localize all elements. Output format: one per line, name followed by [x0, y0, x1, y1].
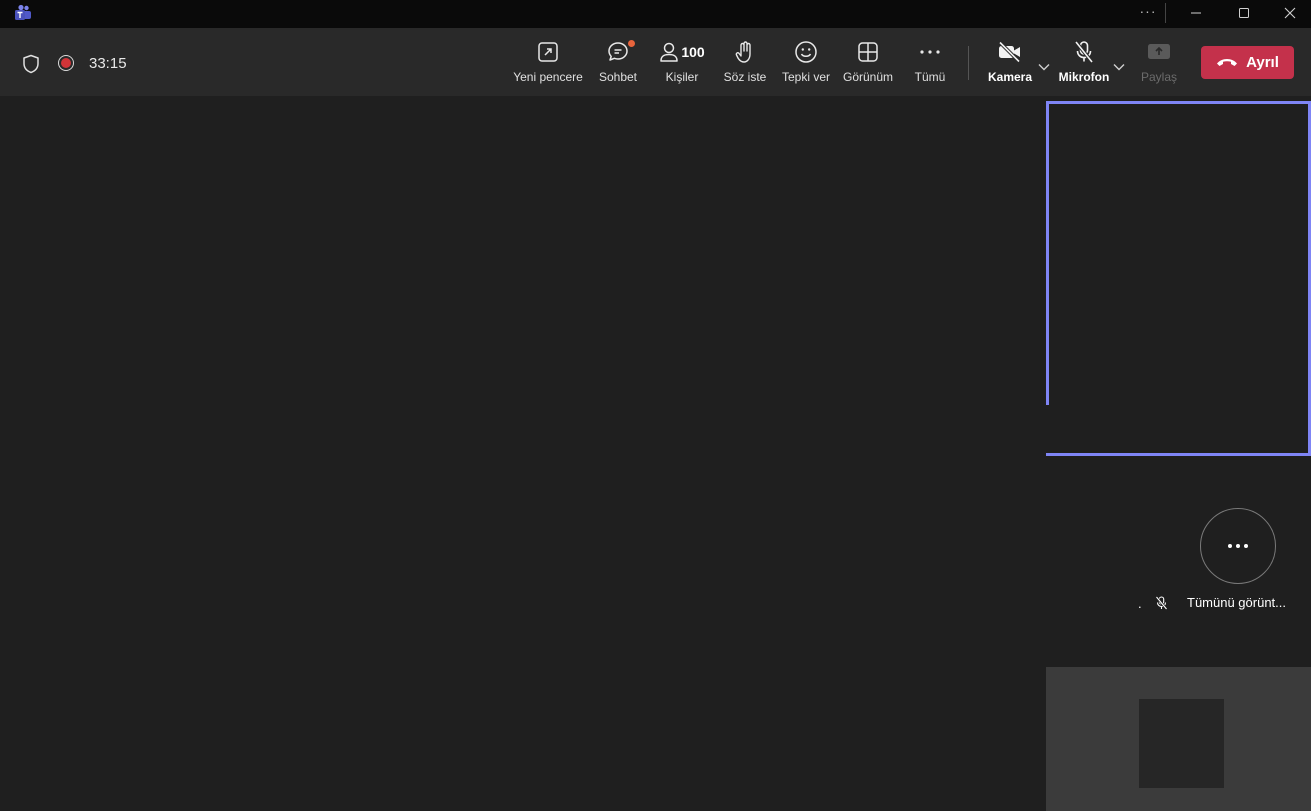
more-actions-button[interactable]: Tümü	[910, 38, 950, 90]
meeting-timer: 33:15	[89, 55, 127, 72]
camera-label: Kamera	[987, 70, 1033, 84]
view-button[interactable]: Görünüm	[840, 38, 896, 90]
raise-hand-button[interactable]: Söz iste	[722, 38, 768, 90]
share-screen-icon	[1147, 38, 1171, 66]
share-label: Paylaş	[1140, 70, 1178, 84]
teams-icon	[13, 4, 33, 24]
participant-video-tile[interactable]	[1046, 101, 1311, 456]
smiley-icon	[794, 38, 818, 66]
pop-out-icon	[537, 38, 559, 66]
chat-icon	[606, 38, 635, 66]
see-all-participants-button[interactable]	[1200, 508, 1276, 584]
chat-button[interactable]: Sohbet	[596, 38, 640, 90]
people-label: Kişiler	[665, 70, 699, 84]
people-button[interactable]: 100 Kişiler	[656, 38, 708, 90]
title-separator	[1165, 3, 1166, 23]
chat-unread-badge	[628, 40, 635, 47]
new-window-button[interactable]: Yeni pencere	[512, 38, 584, 90]
mic-button[interactable]: Mikrofon	[1056, 38, 1112, 90]
leave-label: Ayrıl	[1246, 54, 1279, 71]
people-icon-group: 100	[659, 38, 705, 66]
maximize-button[interactable]	[1221, 0, 1267, 26]
more-icon	[919, 38, 941, 66]
more-participants-icon	[1228, 544, 1248, 548]
main-stage	[0, 96, 1046, 811]
window-titlebar: ···	[0, 0, 1311, 28]
active-speaker-border	[1046, 101, 1049, 405]
mic-off-icon	[1073, 38, 1095, 66]
title-more-icon[interactable]: ···	[1138, 1, 1158, 25]
minimize-button[interactable]	[1173, 0, 1219, 26]
self-view-avatar	[1139, 699, 1224, 788]
leave-button[interactable]: Ayrıl	[1201, 46, 1294, 79]
record-dot-icon	[61, 58, 71, 68]
participant-count: 100	[681, 44, 705, 60]
view-label: Görünüm	[842, 70, 894, 84]
more-label: Tümü	[914, 70, 946, 84]
self-view-tile[interactable]	[1046, 667, 1311, 811]
meeting-toolbar: 33:15 Yeni pencere Sohbet 100 Kişiler Sö…	[0, 28, 1311, 96]
mic-label: Mikrofon	[1058, 70, 1110, 84]
camera-options-chevron-icon[interactable]	[1038, 58, 1050, 76]
new-window-label: Yeni pencere	[513, 70, 583, 84]
share-button[interactable]: Paylaş	[1140, 38, 1178, 90]
camera-button[interactable]: Kamera	[986, 38, 1034, 90]
chat-label: Sohbet	[598, 70, 638, 84]
raise-hand-label: Söz iste	[723, 70, 767, 84]
see-all-label[interactable]: Tümünü görünt...	[1187, 595, 1286, 610]
react-button[interactable]: Tepki ver	[780, 38, 832, 90]
react-label: Tepki ver	[781, 70, 831, 84]
toolbar-divider	[968, 46, 969, 80]
close-button[interactable]	[1267, 0, 1311, 26]
person-icon	[660, 42, 679, 62]
muted-mic-icon	[1155, 596, 1168, 615]
participant-name: .	[1138, 596, 1142, 611]
recording-indicator	[58, 55, 74, 71]
shield-icon[interactable]	[22, 54, 40, 79]
camera-off-icon	[997, 38, 1023, 66]
hang-up-icon	[1216, 54, 1238, 72]
grid-view-icon	[857, 38, 879, 66]
hand-icon	[734, 38, 756, 66]
mic-options-chevron-icon[interactable]	[1113, 58, 1125, 76]
